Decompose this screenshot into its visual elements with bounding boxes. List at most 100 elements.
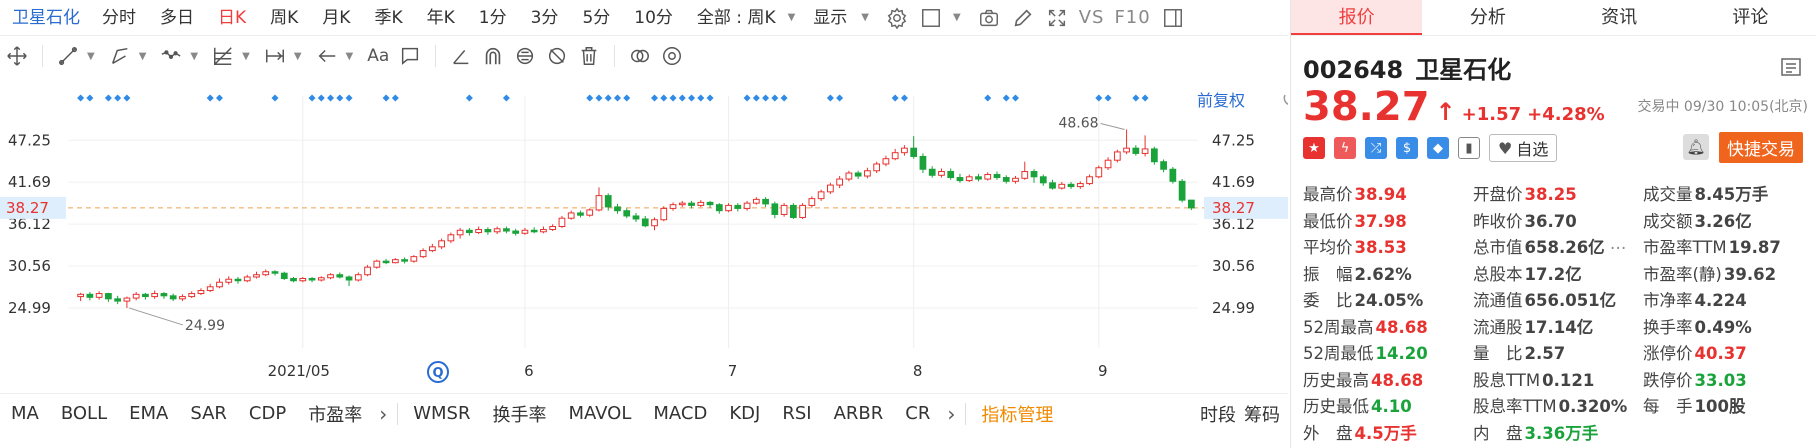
chevron-down-icon[interactable]: ▼	[788, 12, 796, 23]
indicator-tab[interactable]: 换手率	[481, 401, 557, 427]
chevron-down-icon[interactable]: ▼	[139, 51, 147, 62]
camera-icon[interactable]	[977, 6, 1001, 30]
bookmark-icon[interactable]: ▮	[1458, 137, 1480, 159]
quote-tab[interactable]: 资讯	[1554, 0, 1685, 35]
period-tab[interactable]: 全部 : 周K	[685, 0, 788, 36]
chevron-down-icon[interactable]: ▼	[346, 51, 354, 62]
period-tab[interactable]: 日K	[206, 0, 258, 36]
fib-tool-icon[interactable]	[210, 43, 236, 69]
period-tab[interactable]: 3分	[519, 0, 571, 36]
period-tab[interactable]: 多日	[148, 0, 206, 36]
indicator-tab[interactable]: RSI	[771, 403, 822, 424]
display-menu[interactable]: 显示	[809, 0, 851, 36]
indicator-tab[interactable]: WMSR	[402, 403, 481, 424]
indicator-tab[interactable]: MAVOL	[557, 403, 642, 424]
indicator-tab[interactable]: MA	[0, 403, 50, 424]
candle	[243, 274, 251, 283]
period-tab[interactable]: 10分	[622, 0, 685, 36]
text-tool-icon[interactable]: Aa	[365, 43, 391, 69]
indicator-management-button[interactable]: 指标管理	[970, 401, 1064, 427]
chevron-right-icon[interactable]: ›	[941, 402, 961, 426]
quote-field-value: 37.98	[1354, 211, 1407, 231]
bell-icon[interactable]: 🔔︎	[1683, 134, 1709, 160]
compare-icon[interactable]	[627, 43, 653, 69]
watchlist-button[interactable]: ♥ 自选	[1489, 134, 1558, 162]
quote-field: 最高价 38.94	[1303, 181, 1473, 205]
reset-icon[interactable]	[1283, 91, 1288, 105]
candle	[438, 238, 445, 250]
candlestick-chart[interactable]: 47.25 47.2541.69 41.6936.12 36.1230.56 30.56…	[0, 76, 1288, 393]
dollar-icon[interactable]: $	[1396, 137, 1418, 159]
draw-settings-icon[interactable]	[659, 43, 685, 69]
quote-tab[interactable]: 分析	[1422, 0, 1553, 35]
quote-field: 股息率TTM 0.320%	[1473, 393, 1643, 417]
chevron-down-icon[interactable]: ▼	[861, 12, 869, 23]
chips-button[interactable]: 筹码	[1240, 401, 1288, 427]
magnet-icon[interactable]	[480, 43, 506, 69]
square-icon[interactable]	[919, 6, 943, 30]
event-q-icon[interactable]: Q	[427, 361, 449, 383]
chevron-down-icon[interactable]: ▼	[242, 51, 250, 62]
quote-row: 历史最低 4.10 股息率TTM 0.320% 每 手 100股	[1303, 392, 1813, 419]
chevron-down-icon[interactable]: ▼	[87, 51, 95, 62]
period-tab[interactable]: 1分	[467, 0, 519, 36]
stock-name-tab[interactable]: 卫星石化	[4, 0, 90, 36]
candle	[197, 288, 205, 296]
bolt-icon[interactable]: ϟ	[1334, 137, 1356, 159]
candle	[373, 259, 381, 269]
panel-toggle-icon[interactable]	[1161, 6, 1185, 30]
move-icon[interactable]	[4, 43, 30, 69]
fullscreen-icon[interactable]	[1045, 6, 1069, 30]
pen-icon[interactable]	[1011, 6, 1035, 30]
period-tab[interactable]: 季K	[362, 0, 414, 36]
period-tab[interactable]: 周K	[258, 0, 310, 36]
period-tab[interactable]: 年K	[415, 0, 467, 36]
indicator-tab[interactable]: SAR	[179, 403, 238, 424]
hide-drawing-icon[interactable]	[544, 43, 570, 69]
detail-icon[interactable]	[1781, 58, 1801, 80]
channel-tool-icon[interactable]	[107, 43, 133, 69]
angle-tool-icon[interactable]	[448, 43, 474, 69]
tag-icon[interactable]: ◆	[1427, 137, 1449, 159]
shuffle-icon[interactable]: ⤮	[1365, 137, 1387, 159]
chevron-down-icon[interactable]: ▼	[294, 51, 302, 62]
chevron-down-icon[interactable]: ▼	[190, 51, 198, 62]
flag-icon[interactable]: ★	[1303, 137, 1325, 159]
indicator-tab[interactable]: KDJ	[718, 403, 771, 424]
settings-icon[interactable]	[885, 6, 909, 30]
divider	[42, 45, 43, 67]
lock-drawing-icon[interactable]	[512, 43, 538, 69]
comment-icon[interactable]	[397, 43, 423, 69]
indicator-tab[interactable]: CR	[894, 403, 941, 424]
indicator-tab[interactable]: CDP	[238, 403, 297, 424]
f10-button[interactable]: F10	[1114, 7, 1150, 28]
range-tool-icon[interactable]	[262, 43, 288, 69]
vs-button[interactable]: VS	[1079, 7, 1105, 28]
trash-icon[interactable]	[576, 43, 602, 69]
indicator-tab[interactable]: ARBR	[823, 403, 895, 424]
period-tab[interactable]: 分时	[90, 0, 148, 36]
quote-tab[interactable]: 评论	[1685, 0, 1816, 35]
arrow-tool-icon[interactable]	[314, 43, 340, 69]
adjust-label[interactable]: 前复权	[1197, 91, 1245, 110]
wave-tool-icon[interactable]	[158, 43, 184, 69]
candle	[688, 200, 695, 209]
indicator-tab[interactable]: MACD	[642, 403, 718, 424]
period-tab[interactable]: 5分	[570, 0, 622, 36]
quote-tab[interactable]: 报价	[1291, 0, 1423, 35]
indicator-tab[interactable]: 市盈率	[297, 401, 373, 427]
more-icon[interactable]: ⋯	[1605, 238, 1627, 257]
quote-field-value: 3.36万手	[1524, 423, 1599, 443]
stock-title: 002648 卫星石化	[1303, 50, 1511, 85]
candle	[1104, 157, 1112, 171]
candle	[660, 206, 668, 222]
chevron-down-icon[interactable]: ▼	[953, 12, 961, 23]
quick-trade-button[interactable]: 快捷交易	[1719, 132, 1803, 163]
timeframe-button[interactable]: 时段	[1196, 401, 1240, 427]
quote-field-label: 委 比	[1303, 291, 1353, 311]
period-tab[interactable]: 月K	[310, 0, 362, 36]
indicator-tab[interactable]: EMA	[118, 403, 179, 424]
indicator-tab[interactable]: BOLL	[50, 403, 118, 424]
chevron-right-icon[interactable]: ›	[373, 402, 393, 426]
line-tool-icon[interactable]	[55, 43, 81, 69]
